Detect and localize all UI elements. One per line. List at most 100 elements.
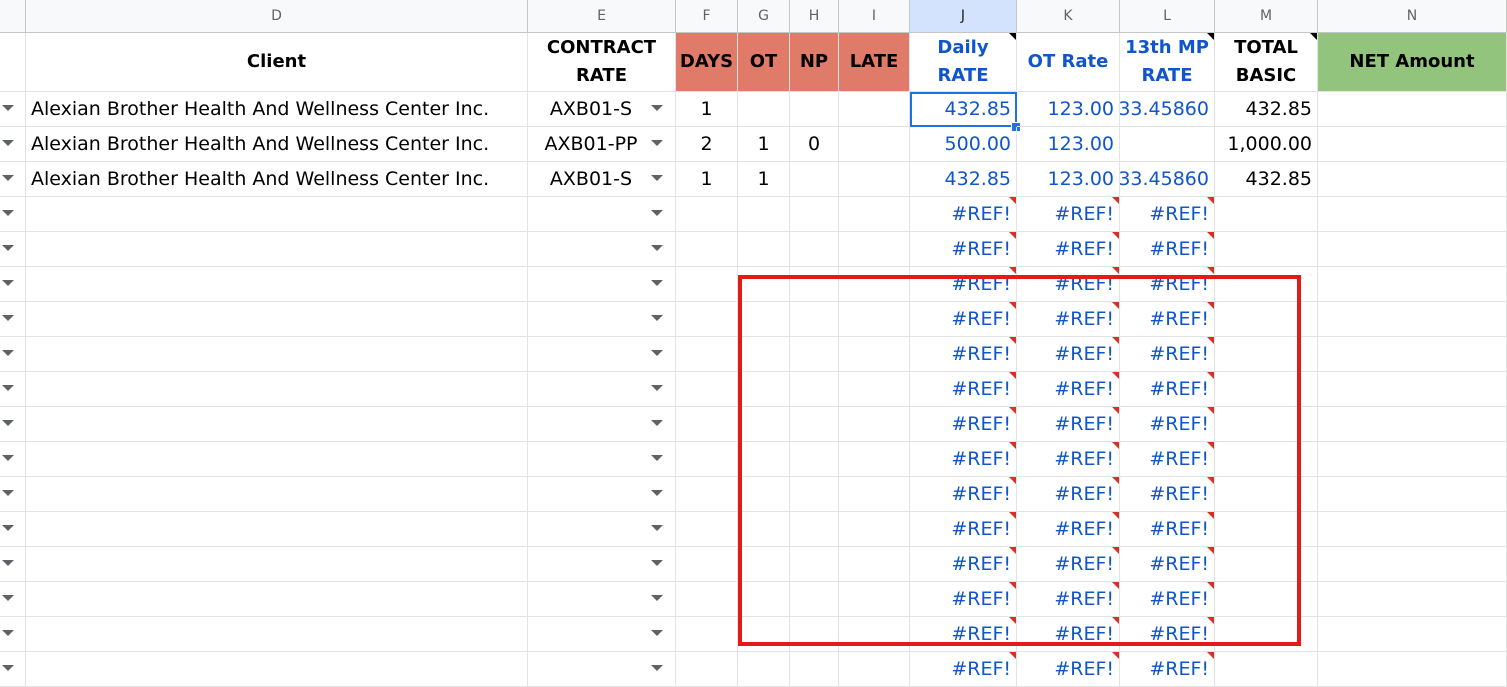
cell-f[interactable] [676,512,738,547]
cell-l[interactable]: #REF! [1120,442,1215,477]
cell-k[interactable]: #REF! [1017,547,1120,582]
cell-f[interactable] [676,372,738,407]
chevron-down-icon[interactable] [651,455,663,461]
cell-n[interactable] [1318,407,1507,442]
cell-n[interactable] [1318,232,1507,267]
cell-n[interactable] [1318,512,1507,547]
cell-l[interactable]: #REF! [1120,372,1215,407]
cell-m[interactable]: 432.85 [1215,92,1318,127]
cell-d[interactable] [26,337,528,372]
column-header-d[interactable]: D [26,0,528,33]
cell-d[interactable] [26,407,528,442]
cell-i[interactable] [839,127,910,162]
header-cell-e[interactable]: CONTRACT RATE [528,33,676,92]
cell-h[interactable] [790,442,839,477]
cell-h[interactable] [790,617,839,652]
cell-f[interactable] [676,337,738,372]
cell-d[interactable] [26,302,528,337]
row-filter-dropdown[interactable] [0,127,26,162]
cell-e[interactable] [528,512,676,547]
header-cell-n[interactable]: NET Amount [1318,33,1507,92]
cell-e[interactable] [528,477,676,512]
cell-g[interactable] [738,512,790,547]
cell-f[interactable] [676,477,738,512]
chevron-down-icon[interactable] [651,280,663,286]
cell-k[interactable]: 123.00 [1017,162,1120,197]
cell-k[interactable]: #REF! [1017,267,1120,302]
cell-h[interactable] [790,267,839,302]
cell-m[interactable] [1215,652,1318,687]
cell-l[interactable]: #REF! [1120,232,1215,267]
cell-d[interactable]: Alexian Brother Health And Wellness Cent… [26,92,528,127]
cell-j[interactable]: #REF! [910,547,1017,582]
cell-d[interactable] [26,197,528,232]
cell-h[interactable] [790,547,839,582]
cell-f[interactable] [676,442,738,477]
cell-e[interactable] [528,372,676,407]
cell-g[interactable] [738,92,790,127]
cell-l[interactable]: #REF! [1120,407,1215,442]
cell-f[interactable] [676,407,738,442]
cell-g[interactable] [738,302,790,337]
cell-n[interactable] [1318,337,1507,372]
cell-m[interactable]: 432.85 [1215,162,1318,197]
cell-j[interactable]: #REF! [910,302,1017,337]
cell-d[interactable] [26,547,528,582]
cell-j[interactable]: #REF! [910,617,1017,652]
cell-i[interactable] [839,197,910,232]
cell-k[interactable]: #REF! [1017,512,1120,547]
cell-l[interactable]: #REF! [1120,582,1215,617]
cell-j[interactable]: 432.85 [910,162,1017,197]
chevron-down-icon[interactable] [651,665,663,671]
cell-f[interactable] [676,232,738,267]
cell-m[interactable] [1215,302,1318,337]
cell-d[interactable]: Alexian Brother Health And Wellness Cent… [26,162,528,197]
cell-h[interactable] [790,512,839,547]
cell-i[interactable] [839,232,910,267]
cell-d[interactable] [26,617,528,652]
cell-k[interactable]: 123.00 [1017,127,1120,162]
cell-n[interactable] [1318,547,1507,582]
chevron-down-icon[interactable] [651,420,663,426]
select-all-corner[interactable] [0,0,26,33]
row-filter-dropdown[interactable] [0,197,26,232]
cell-i[interactable] [839,162,910,197]
cell-n[interactable] [1318,92,1507,127]
cell-j[interactable]: #REF! [910,512,1017,547]
cell-k[interactable]: #REF! [1017,652,1120,687]
cell-k[interactable]: #REF! [1017,617,1120,652]
cell-f[interactable]: 1 [676,162,738,197]
row-filter-dropdown[interactable] [0,302,26,337]
cell-l[interactable]: #REF! [1120,197,1215,232]
chevron-down-icon[interactable] [651,385,663,391]
cell-i[interactable] [839,512,910,547]
cell-e[interactable] [528,547,676,582]
chevron-down-icon[interactable] [651,525,663,531]
cell-d[interactable] [26,477,528,512]
cell-h[interactable] [790,477,839,512]
cell-g[interactable] [738,232,790,267]
cell-e[interactable] [528,302,676,337]
header-cell-g[interactable]: OT [738,33,790,92]
cell-f[interactable] [676,652,738,687]
cell-i[interactable] [839,92,910,127]
cell-e[interactable] [528,442,676,477]
cell-m[interactable] [1215,442,1318,477]
cell-g[interactable] [738,197,790,232]
header-cell-d[interactable]: Client [26,33,528,92]
column-header-h[interactable]: H [790,0,839,33]
chevron-down-icon[interactable] [651,350,663,356]
cell-n[interactable] [1318,477,1507,512]
cell-h[interactable] [790,92,839,127]
column-header-m[interactable]: M [1215,0,1318,33]
cell-k[interactable]: #REF! [1017,337,1120,372]
chevron-down-icon[interactable] [651,560,663,566]
cell-g[interactable] [738,547,790,582]
cell-i[interactable] [839,582,910,617]
cell-g[interactable] [738,652,790,687]
row-filter-dropdown[interactable] [0,337,26,372]
cell-j[interactable]: #REF! [910,197,1017,232]
cell-m[interactable] [1215,197,1318,232]
cell-n[interactable] [1318,372,1507,407]
cell-k[interactable]: #REF! [1017,232,1120,267]
